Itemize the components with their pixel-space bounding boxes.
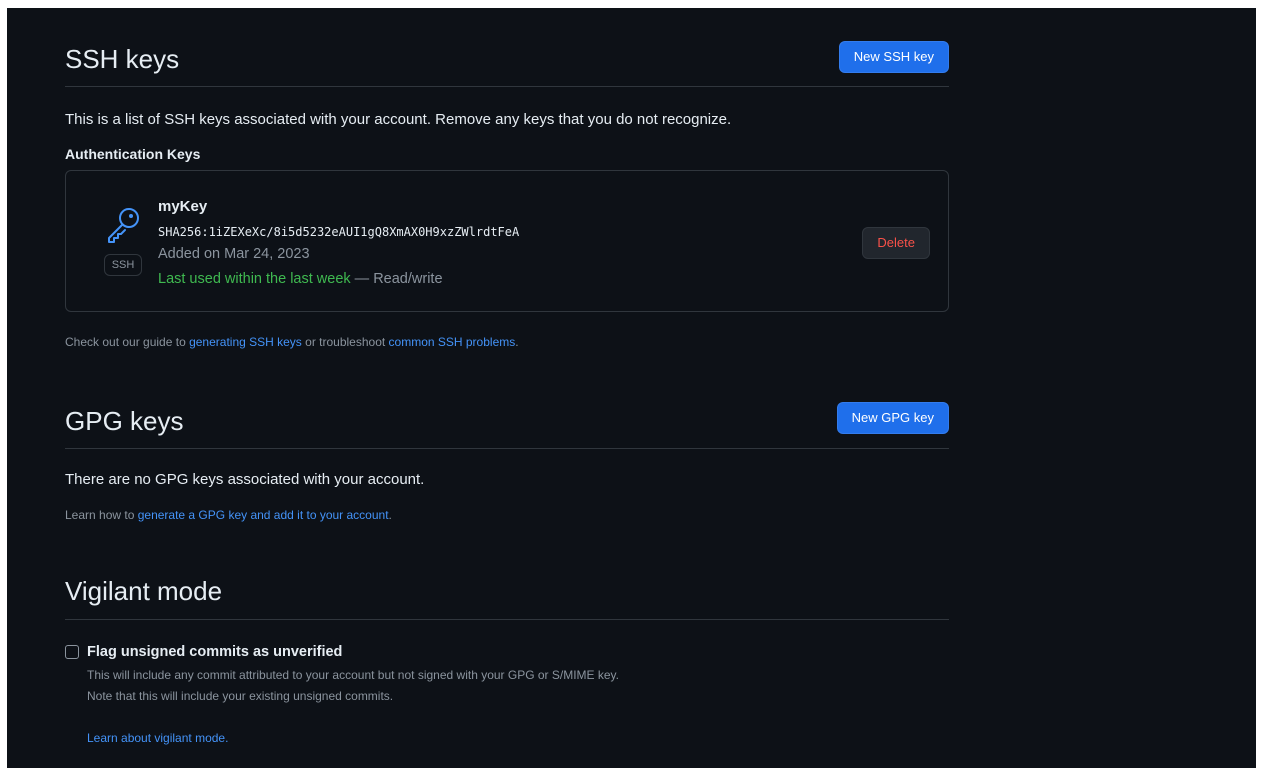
vigilant-description-2: Note that this will include your existin… [87, 689, 394, 703]
ssh-keys-header: SSH keys New SSH key [65, 38, 949, 87]
gpg-keys-title: GPG keys [65, 406, 184, 436]
authentication-keys-heading: Authentication Keys [65, 146, 201, 162]
vigilant-learn-text: Learn about vigilant mode. [87, 731, 228, 745]
ssh-key-name: myKey [158, 198, 208, 215]
ssh-key-added-date: Added on Mar 24, 2023 [158, 246, 310, 262]
gpg-learn-suffix: . [388, 508, 392, 522]
vigilant-mode-header: Vigilant mode [65, 568, 949, 620]
ssh-type-badge: SSH [104, 254, 142, 276]
delete-ssh-key-button[interactable]: Delete [862, 227, 930, 259]
settings-page: SSH keys New SSH key This is a list of S… [7, 8, 1256, 768]
generate-gpg-key-link[interactable]: generate a GPG key and add it to your ac… [138, 508, 389, 522]
ssh-key-item: SSH myKey SHA256:1iZEXeXc/8i5d5232eAUI1g… [65, 170, 949, 312]
vigilant-mode-title: Vigilant mode [65, 576, 223, 606]
gpg-learn-text: Learn how to generate a GPG key and add … [65, 508, 392, 522]
new-ssh-key-button[interactable]: New SSH key [838, 41, 949, 73]
ssh-key-last-used: Last used within the last week [158, 271, 351, 287]
ssh-key-fingerprint: SHA256:1iZEXeXc/8i5d5232eAUI1gQ8XmAX0H9x… [158, 225, 520, 239]
gpg-keys-header: GPG keys New GPG key [65, 400, 949, 449]
flag-unsigned-commits-label[interactable]: Flag unsigned commits as unverified [87, 644, 342, 660]
ssh-key-access: — Read/write [354, 271, 443, 287]
ssh-guide-text: Check out our guide to generating SSH ke… [65, 335, 519, 349]
ssh-guide-prefix: Check out our guide to [65, 335, 190, 349]
key-icon [104, 205, 144, 245]
ssh-guide-middle: or troubleshoot [301, 335, 389, 349]
ssh-keys-title: SSH keys [65, 44, 180, 74]
flag-unsigned-commits-checkbox[interactable] [65, 645, 79, 659]
ssh-guide-suffix: . [515, 335, 519, 349]
gpg-learn-prefix: Learn how to [65, 508, 138, 522]
common-ssh-problems-link[interactable]: common SSH problems [389, 335, 516, 349]
gpg-empty-text: There are no GPG keys associated with yo… [65, 471, 425, 488]
generating-ssh-keys-link[interactable]: generating SSH keys [189, 335, 302, 349]
ssh-key-usage: Last used within the last week — Read/wr… [158, 271, 443, 287]
vigilant-description-1: This will include any commit attributed … [87, 668, 620, 682]
new-gpg-key-button[interactable]: New GPG key [836, 402, 949, 434]
ssh-keys-description: This is a list of SSH keys associated wi… [65, 111, 732, 128]
learn-vigilant-mode-link[interactable]: Learn about vigilant mode. [87, 731, 228, 745]
